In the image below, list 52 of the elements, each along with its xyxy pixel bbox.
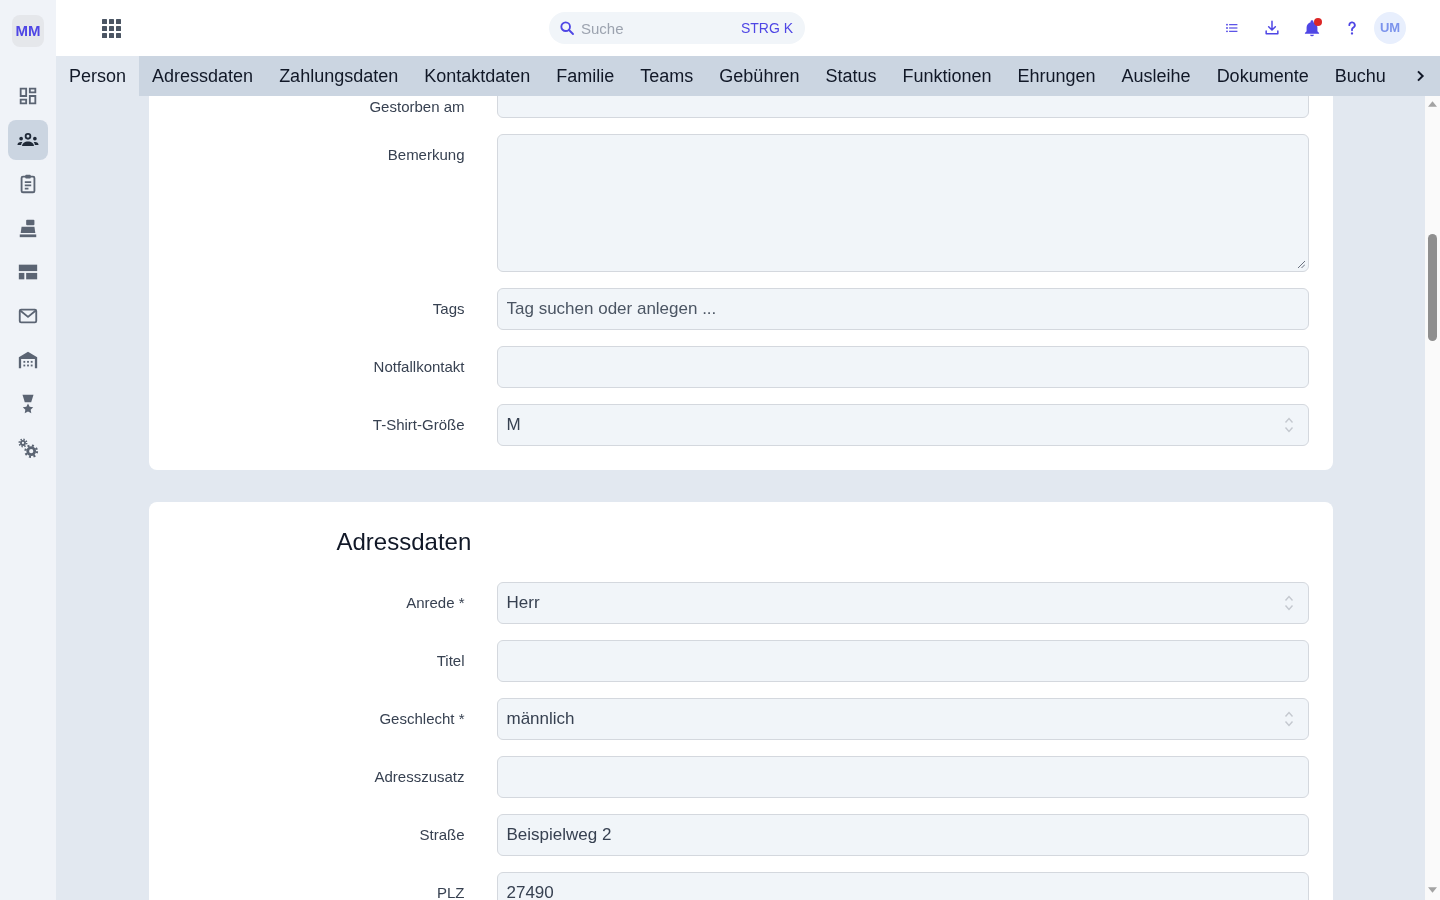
tab[interactable]: Person xyxy=(56,56,140,96)
tab[interactable]: Teams xyxy=(627,56,707,96)
dashboard-icon[interactable] xyxy=(17,85,39,107)
field-label: Anrede * xyxy=(405,593,465,613)
tab[interactable]: Status xyxy=(812,56,890,96)
input-field[interactable] xyxy=(496,640,1309,682)
select-field[interactable]: M xyxy=(496,404,1309,446)
chevron-updown-icon xyxy=(1283,594,1294,612)
chevron-updown-icon xyxy=(1283,710,1294,728)
textarea-field[interactable] xyxy=(496,134,1309,272)
scrollbar[interactable] xyxy=(1425,96,1440,900)
sidebar-nav-button[interactable] xyxy=(8,120,48,160)
select-field[interactable]: männlich xyxy=(496,698,1309,740)
tab[interactable]: Ehrungen xyxy=(1004,56,1109,96)
tab[interactable]: Funktionen xyxy=(889,56,1005,96)
field-label: T-Shirt-Größe xyxy=(371,415,465,435)
warehouse-icon[interactable] xyxy=(17,349,39,371)
tab[interactable]: Gebühren xyxy=(706,56,813,96)
tab[interactable]: Dokumente xyxy=(1203,56,1322,96)
input-field[interactable]: Tag suchen oder anlegen ... xyxy=(496,288,1309,330)
input-field[interactable]: Beispielweg 2 xyxy=(496,814,1309,856)
field-label: Notfallkontakt xyxy=(372,357,465,377)
field-label: Adresszusatz xyxy=(373,767,465,787)
resize-handle-icon[interactable] xyxy=(1296,260,1305,268)
section-heading: Adressdaten xyxy=(336,527,473,557)
chevron-updown-icon xyxy=(1283,416,1294,434)
field-label: Titel xyxy=(435,651,465,671)
download-icon[interactable] xyxy=(1262,18,1282,38)
field-label: Straße xyxy=(418,825,465,845)
gears-icon[interactable] xyxy=(17,437,39,459)
tab[interactable]: Zahlungsdaten xyxy=(266,56,412,96)
input-field[interactable] xyxy=(496,756,1309,798)
field-label: Gestorben am xyxy=(368,97,465,117)
bell-icon[interactable] xyxy=(1302,18,1322,38)
select-field[interactable]: Herr xyxy=(496,582,1309,624)
app-logo[interactable]: MM xyxy=(12,15,44,47)
input-field[interactable] xyxy=(496,346,1309,388)
field-label: Tags xyxy=(431,299,465,319)
tab[interactable]: Adressdaten xyxy=(139,56,267,96)
shortcut-hint: STRG K xyxy=(740,19,793,37)
tab[interactable]: Buchu xyxy=(1321,56,1399,96)
apps-grid-icon[interactable] xyxy=(102,18,121,38)
tab[interactable]: Kontaktdaten xyxy=(411,56,544,96)
tab[interactable]: Ausleihe xyxy=(1108,56,1204,96)
field-label: Geschlecht * xyxy=(378,709,465,729)
input-field[interactable]: 27490 xyxy=(496,872,1309,900)
cash-register-icon[interactable] xyxy=(17,217,39,239)
scrollbar-thumb[interactable] xyxy=(1428,234,1437,341)
field-label: PLZ xyxy=(436,883,465,900)
search-icon xyxy=(559,20,575,36)
field-label: Bemerkung xyxy=(386,145,465,165)
tab[interactable]: Familie xyxy=(543,56,628,96)
